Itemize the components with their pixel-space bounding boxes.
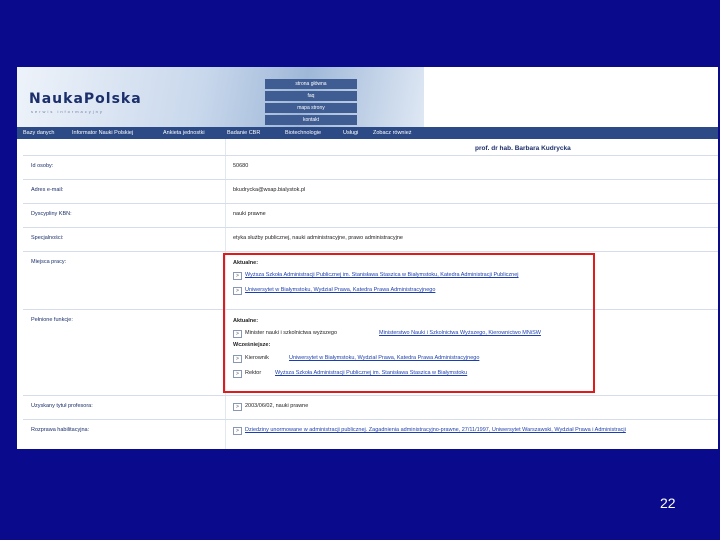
label-functions: Pełnione funkcje: [31, 317, 73, 323]
nav-ankieta[interactable]: Ankieta jednostki [163, 127, 205, 139]
label-professor: Uzyskany tytuł profesora: [31, 403, 93, 409]
quick-link-contact[interactable]: kontakt [265, 115, 357, 125]
label-email: Adres e-mail: [31, 187, 64, 193]
nav-badanie-cbr[interactable]: Badanie CBR [227, 127, 260, 139]
highlight-box [223, 253, 595, 393]
label-habilitation: Rozprawa habilitacyjna: [31, 427, 90, 433]
value-discipline: nauki prawne [233, 211, 266, 217]
value-professor: 2003/06/02, nauki prawne [245, 403, 309, 409]
value-email[interactable]: bkudrycka@wsap.bialystok.pl [233, 187, 305, 193]
label-id: Id osoby: [31, 163, 54, 169]
site-logo-subtitle: serwis informacyjny [31, 109, 104, 114]
row-email: Adres e-mail: bkudrycka@wsap.bialystok.p… [23, 179, 718, 193]
main-nav: Bazy danych Informator Nauki Polskiej An… [17, 127, 718, 139]
row-id: Id osoby: 50680 [23, 155, 718, 169]
value-specialty: etyka służby publicznej, nauki administr… [233, 235, 403, 241]
row-specialty: Specjalności: etyka służby publicznej, n… [23, 227, 718, 241]
arrow-icon: > [233, 403, 242, 411]
arrow-icon: > [233, 427, 242, 435]
nav-informator[interactable]: Informator Nauki Polskiej [72, 127, 133, 139]
nav-zobacz-rowniez[interactable]: Zobacz również [373, 127, 412, 139]
person-name: prof. dr hab. Barbara Kudrycka [475, 145, 571, 152]
quick-link-faq[interactable]: faq [265, 91, 357, 101]
nav-bazy-danych[interactable]: Bazy danych [23, 127, 55, 139]
row-discipline: Dyscypliny KBN: nauki prawne [23, 203, 718, 217]
quick-link-home[interactable]: strona główna [265, 79, 357, 89]
site-banner: NaukaPolska serwis informacyjny strona g… [17, 67, 718, 127]
row-professor: Uzyskany tytuł profesora: > 2003/06/02, … [23, 395, 718, 411]
slide-number: 22 [660, 495, 676, 511]
nav-biotechnologie[interactable]: Biotechnologie [285, 127, 321, 139]
nav-uslugi[interactable]: Usługi [343, 127, 358, 139]
label-workplace: Miejsca pracy: [31, 259, 67, 265]
row-habilitation: Rozprawa habilitacyjna: > Dziedziny unor… [23, 419, 718, 435]
quick-link-sitemap[interactable]: mapa strony [265, 103, 357, 113]
site-logo[interactable]: NaukaPolska [29, 91, 142, 107]
value-habilitation[interactable]: Dziedziny unormowane w administracji pub… [245, 427, 626, 433]
label-discipline: Dyscypliny KBN: [31, 211, 72, 217]
value-id: 50680 [233, 163, 249, 169]
label-specialty: Specjalności: [31, 235, 64, 241]
